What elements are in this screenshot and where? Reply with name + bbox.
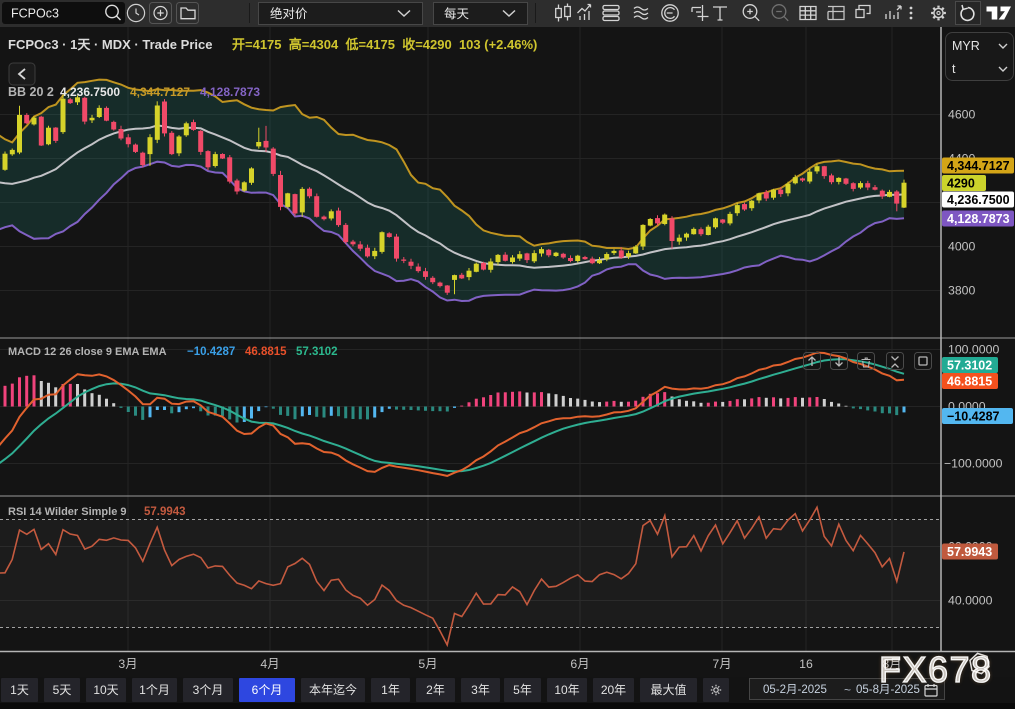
svg-text:4,344.7127: 4,344.7127 — [130, 85, 190, 99]
svg-text:7月: 7月 — [712, 657, 731, 671]
svg-text:4月: 4月 — [260, 657, 279, 671]
svg-text:t: t — [952, 62, 956, 76]
svg-text:46.8815: 46.8815 — [947, 375, 992, 389]
svg-text:4600: 4600 — [948, 108, 976, 122]
svg-text:5月: 5月 — [418, 657, 437, 671]
svg-text:FCPOc3 · 1天 · MDX · Trade Pric: FCPOc3 · 1天 · MDX · Trade Price — [8, 37, 220, 52]
svg-text:绝对价: 绝对价 — [270, 6, 308, 21]
svg-text:4,236.7500: 4,236.7500 — [947, 193, 1010, 207]
svg-text:BB 20 2: BB 20 2 — [8, 85, 54, 99]
svg-text:100.0000: 100.0000 — [948, 343, 999, 357]
svg-text:57.3102: 57.3102 — [296, 346, 338, 358]
svg-text:开=4175 高=4304 低=4175 收=4290: 开=4175 高=4304 低=4175 收=4290 103 (+2.46%) — [232, 37, 537, 52]
svg-text:−10.4287: −10.4287 — [947, 410, 1000, 424]
svg-text:57.9943: 57.9943 — [947, 545, 992, 559]
svg-text:4,128.7873: 4,128.7873 — [947, 212, 1010, 226]
svg-text:FCPOc3: FCPOc3 — [11, 7, 59, 21]
svg-text:−100.0000: −100.0000 — [944, 457, 1003, 471]
svg-text:16: 16 — [799, 657, 813, 671]
svg-text:4,344.7127: 4,344.7127 — [947, 159, 1010, 173]
svg-text:4,128.7873: 4,128.7873 — [200, 85, 260, 99]
svg-text:4000: 4000 — [948, 240, 976, 254]
svg-text:RSI 14 Wilder Simple 9: RSI 14 Wilder Simple 9 — [8, 506, 127, 518]
svg-text:57.9943: 57.9943 — [144, 506, 186, 518]
svg-text:4290: 4290 — [947, 177, 975, 191]
svg-text:3800: 3800 — [948, 284, 976, 298]
svg-text:4,236.7500: 4,236.7500 — [60, 85, 120, 99]
svg-text:57.3102: 57.3102 — [947, 359, 992, 373]
svg-text:46.8815: 46.8815 — [245, 346, 287, 358]
svg-text:−10.4287: −10.4287 — [187, 346, 235, 358]
svg-text:每天: 每天 — [444, 6, 470, 21]
svg-text:6月: 6月 — [570, 657, 589, 671]
svg-text:40.0000: 40.0000 — [948, 594, 993, 608]
svg-text:MACD 12 26 close 9 EMA EMA: MACD 12 26 close 9 EMA EMA — [8, 346, 167, 358]
svg-text:MYR: MYR — [952, 39, 980, 53]
svg-text:3月: 3月 — [118, 657, 137, 671]
